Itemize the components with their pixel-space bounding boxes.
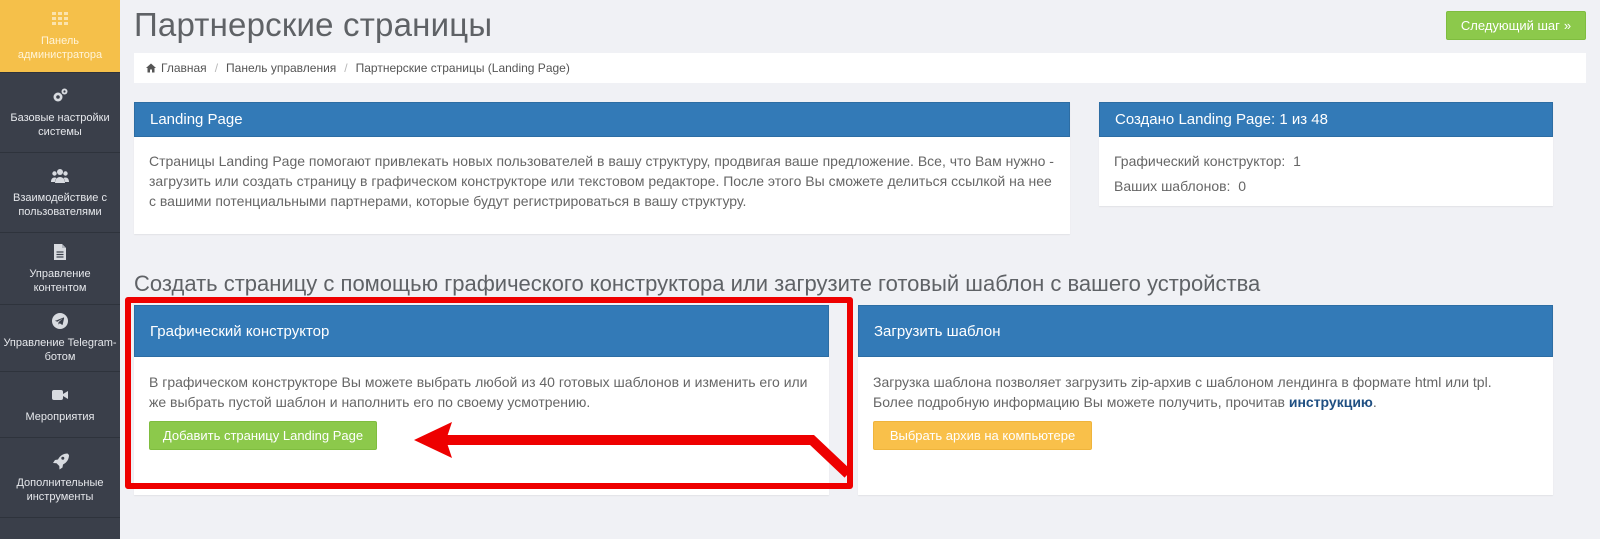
upload-body: Загрузка шаблона позволяет загрузить zip… xyxy=(858,357,1553,464)
upload-title: Загрузить шаблон xyxy=(858,305,1553,357)
constructor-title: Графический конструктор xyxy=(134,305,829,357)
landing-info-title: Landing Page xyxy=(134,102,1070,137)
stats-body: Графический конструктор: 1 Ваших шаблоно… xyxy=(1099,137,1553,213)
instruction-link[interactable]: инструкцию xyxy=(1289,394,1373,410)
upload-text: Более подробную информацию Вы можете пол… xyxy=(873,394,1285,410)
home-icon xyxy=(146,63,156,73)
constructor-panel: Графический конструктор В графическом ко… xyxy=(134,305,829,495)
breadcrumb-current: Партнерские страницы (Landing Page) xyxy=(355,61,570,75)
video-camera-icon xyxy=(52,389,68,400)
stats-panel: Создано Landing Page: 1 из 48 Графически… xyxy=(1099,102,1553,206)
sidebar-item-content[interactable]: Управление контентом xyxy=(0,233,120,305)
stats-row-templates: Ваших шаблонов: 0 xyxy=(1114,174,1538,199)
upload-text-end: . xyxy=(1372,394,1377,410)
breadcrumb-separator: / xyxy=(214,61,219,75)
breadcrumb: Главная / Панель управления / Партнерски… xyxy=(134,53,1586,83)
section-title: Создать страницу с помощью графического … xyxy=(134,271,1261,296)
constructor-text: В графическом конструкторе Вы можете выб… xyxy=(149,374,808,410)
gears-icon xyxy=(53,88,68,101)
sidebar-item-label: Управление Telegram-ботом xyxy=(3,337,117,363)
upload-text-line1: Загрузка шаблона позволяет загрузить zip… xyxy=(873,374,1492,390)
telegram-icon xyxy=(52,313,68,329)
users-icon xyxy=(51,168,69,183)
constructor-body: В графическом конструкторе Вы можете выб… xyxy=(134,357,829,464)
grid-icon xyxy=(52,12,68,25)
choose-archive-button[interactable]: Выбрать архив на компьютере xyxy=(873,421,1092,450)
sidebar-item-label: Мероприятия xyxy=(25,410,95,423)
sidebar-item-base-settings[interactable]: Базовые настройки системы xyxy=(0,73,120,153)
rocket-icon xyxy=(53,453,69,469)
sidebar-item-users[interactable]: Взаимодействие с пользователями xyxy=(0,153,120,233)
double-chevron-right-icon: » xyxy=(1563,18,1572,33)
breadcrumb-separator: / xyxy=(344,61,348,75)
sidebar-item-telegram[interactable]: Управление Telegram-ботом xyxy=(0,305,120,372)
landing-info-panel: Landing Page Страницы Landing Page помог… xyxy=(134,102,1070,234)
landing-info-text: Страницы Landing Page помогают привлекат… xyxy=(149,153,1054,209)
sidebar-item-events[interactable]: Мероприятия xyxy=(0,372,120,438)
stats-value: 0 xyxy=(1238,178,1247,194)
stats-label: Графический конструктор: xyxy=(1114,153,1286,169)
page-title: Партнерские страницы xyxy=(134,6,493,43)
sidebar-item-label: Взаимодействие с пользователями xyxy=(13,191,107,218)
sidebar-item-label: Управление контентом xyxy=(29,267,91,294)
sidebar-item-label: Дополнительные инструменты xyxy=(16,476,104,503)
stats-title: Создано Landing Page: 1 из 48 xyxy=(1099,102,1553,137)
stats-value: 1 xyxy=(1293,153,1301,169)
next-step-button[interactable]: Следующий шаг » xyxy=(1446,11,1586,40)
stats-row-constructor: Графический конструктор: 1 xyxy=(1114,149,1538,174)
add-landing-page-button[interactable]: Добавить страницу Landing Page xyxy=(149,421,377,450)
sidebar-item-admin-panel[interactable]: Панель администратора xyxy=(0,0,120,73)
stats-label: Ваших шаблонов: xyxy=(1114,178,1231,194)
sidebar-item-label: Панель администратора xyxy=(17,35,103,61)
breadcrumb-dashboard[interactable]: Панель управления xyxy=(226,61,336,75)
document-icon xyxy=(54,243,66,260)
sidebar-item-label: Базовые настройки системы xyxy=(10,111,110,138)
upload-panel: Загрузить шаблон Загрузка шаблона позвол… xyxy=(858,305,1553,495)
breadcrumb-home[interactable]: Главная xyxy=(161,61,207,75)
sidebar: Панель администратора Базовые настройки … xyxy=(0,0,120,539)
upload-text-line2: Более подробную информацию Вы можете пол… xyxy=(873,392,1538,412)
next-step-label: Следующий шаг xyxy=(1460,18,1560,33)
sidebar-item-tools[interactable]: Дополнительные инструменты xyxy=(0,438,120,518)
